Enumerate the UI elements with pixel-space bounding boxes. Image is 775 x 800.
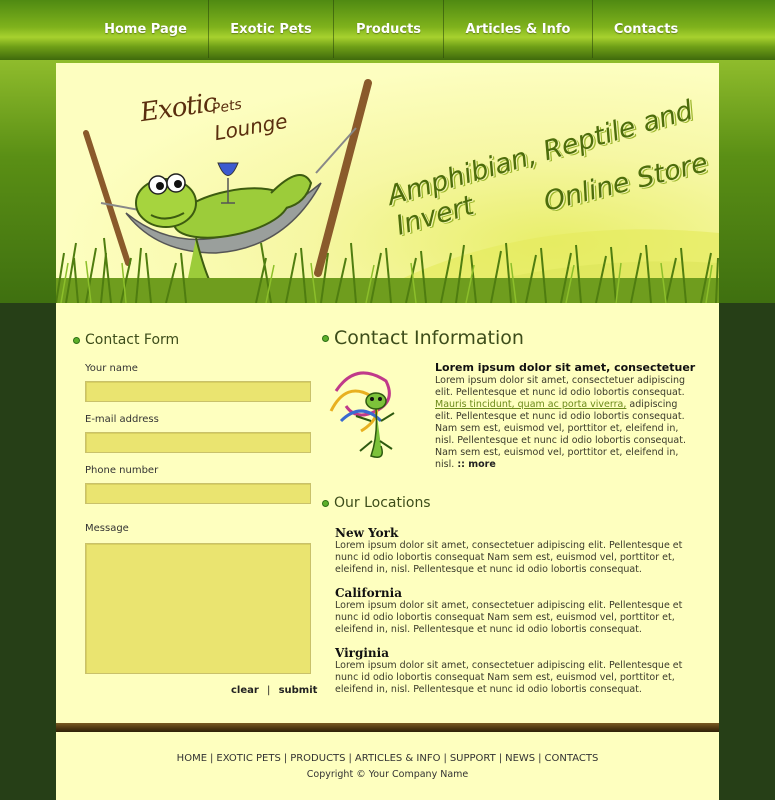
phone-input[interactable]: [85, 483, 311, 504]
more-link[interactable]: :: more: [457, 459, 495, 470]
location-name: California: [335, 586, 402, 600]
email-input[interactable]: [85, 432, 311, 453]
main-nav: Home Page Exotic Pets Products Articles …: [83, 0, 699, 58]
footer-separator: |: [443, 753, 447, 764]
contact-info-title-text: Contact Information: [334, 327, 524, 349]
bullet-icon: [73, 336, 80, 344]
contact-info-text: Lorem ipsum dolor sit amet, consectetuer…: [435, 375, 697, 471]
footer-link-exotic-pets[interactable]: EXOTIC PETS: [216, 753, 280, 764]
form-actions-separator: |: [267, 685, 271, 696]
location-text: Lorem ipsum dolor sit amet, consectetuer…: [335, 540, 683, 575]
footer-link-products[interactable]: PRODUCTS: [290, 753, 345, 764]
email-label: E-mail address: [85, 414, 159, 425]
copyright: Copyright © Your Company Name: [306, 769, 469, 780]
contact-info-title: Contact Information: [322, 327, 524, 349]
location-name: New York: [335, 526, 399, 540]
footer-separator: |: [348, 753, 352, 764]
location-text: Lorem ipsum dolor sit amet, consectetuer…: [335, 600, 683, 635]
contact-form-title-text: Contact Form: [85, 332, 180, 348]
location-text: Lorem ipsum dolor sit amet, consectetuer…: [335, 660, 683, 695]
nav-products[interactable]: Products: [334, 0, 444, 58]
nav-exotic-pets[interactable]: Exotic Pets: [209, 0, 334, 58]
lizard-ribbon-illustration: [329, 371, 395, 458]
name-label: Your name: [85, 363, 138, 374]
nav-home[interactable]: Home Page: [83, 0, 209, 58]
contact-form-title: Contact Form: [73, 332, 179, 348]
locations-title-text: Our Locations: [334, 495, 431, 511]
location-virginia: Virginia Lorem ipsum dolor sit amet, con…: [335, 646, 685, 696]
location-new-york: New York Lorem ipsum dolor sit amet, con…: [335, 526, 685, 576]
top-nav-bar: Home Page Exotic Pets Products Articles …: [0, 0, 775, 60]
bullet-icon: [322, 334, 329, 342]
header-banner: Exotic Pets Lounge Amphibian, Reptile an…: [56, 63, 719, 303]
footer-nav: HOME | EXOTIC PETS | PRODUCTS | ARTICLES & INF…: [56, 753, 719, 764]
contact-info-text-1: Lorem ipsum dolor sit amet, consectetuer…: [435, 375, 686, 398]
message-label: Message: [85, 523, 129, 534]
nav-articles-info[interactable]: Articles & Info: [444, 0, 593, 58]
footer-link-support[interactable]: SUPPORT: [450, 753, 496, 764]
location-name: Virginia: [335, 646, 389, 660]
form-actions: clear | submit: [231, 685, 317, 696]
contact-info-link[interactable]: Mauris tincidunt, quam ac porta viverra,: [435, 399, 626, 410]
clear-button[interactable]: clear: [231, 685, 259, 696]
footer-link-contacts[interactable]: CONTACTS: [545, 753, 599, 764]
contact-info-block: Lorem ipsum dolor sit amet, consectetuer…: [435, 361, 697, 471]
message-textarea[interactable]: [85, 543, 311, 674]
name-input[interactable]: [85, 381, 311, 402]
location-california: California Lorem ipsum dolor sit amet, c…: [335, 586, 685, 636]
submit-button[interactable]: submit: [279, 685, 318, 696]
phone-label: Phone number: [85, 465, 159, 476]
contact-info-heading: Lorem ipsum dolor sit amet, consectetuer: [435, 361, 696, 374]
nav-contacts[interactable]: Contacts: [593, 0, 699, 58]
footer-divider: [56, 723, 719, 732]
footer-separator: |: [283, 753, 288, 764]
footer-link-articles-info[interactable]: ARTICLES & INFO: [355, 753, 441, 764]
footer-separator: |: [498, 753, 503, 764]
bullet-icon: [322, 499, 329, 507]
footer-separator: |: [538, 753, 542, 764]
locations-title: Our Locations: [322, 495, 431, 511]
page-content: Exotic Pets Lounge Amphibian, Reptile an…: [56, 63, 719, 800]
footer-link-news[interactable]: NEWS: [505, 753, 535, 764]
footer-link-home[interactable]: HOME: [177, 753, 207, 764]
footer-separator: |: [210, 753, 214, 764]
grass-decoration: [56, 237, 719, 303]
